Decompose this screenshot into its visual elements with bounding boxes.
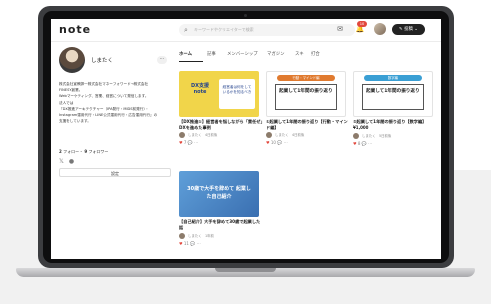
x-icon[interactable]: 𝕏 (59, 158, 69, 165)
bio-line: 支援をしています。 (59, 119, 91, 124)
author-name: しまたく 4日前後 (188, 133, 218, 137)
search-icon: ⌕ (184, 26, 188, 34)
tab-home[interactable]: ホーム (179, 51, 192, 57)
thumbnail-caption: 経営者は何をしているかを知るべき (222, 85, 252, 94)
post-button[interactable]: ✎ 投稿 ⌄ (392, 24, 425, 35)
notification-badge: 10 (357, 21, 367, 27)
profile-tabs: ホーム 記事 メンバーシップ マガジン スキ 打合 (179, 51, 429, 61)
note-logo[interactable]: note (59, 23, 91, 36)
settings-button[interactable]: 設定 (59, 168, 171, 177)
follower-label: フォロワー (88, 149, 109, 154)
author-name: しまたく 4日前後 (275, 133, 305, 137)
like-count: 11 (183, 241, 189, 246)
follow-label: フォロー・ (63, 149, 84, 154)
article-title[interactable]: 【自己紹介】大手を辞めて30歳で起業した話 (179, 219, 263, 231)
heart-icon[interactable]: ♥ (266, 140, 270, 145)
comment-icon[interactable]: 💬 ⋯ (188, 140, 198, 145)
tab-likes[interactable]: スキ (295, 51, 304, 57)
tab-magazine[interactable]: マガジン (267, 51, 285, 57)
search-placeholder: キーワードやクリエイターで検索 (194, 27, 254, 32)
author-name: しまたく 5日前後 (362, 134, 392, 138)
like-count: 8 (357, 141, 361, 146)
laptop-notch (215, 268, 276, 272)
social-links: 𝕏● (59, 158, 79, 165)
article-meta: ♥ 7 💬 ⋯ (179, 140, 198, 145)
thumbnail-caption: 起業して1年間の振り返り (279, 89, 333, 94)
author-avatar (179, 132, 185, 138)
like-count: 10 (270, 140, 276, 145)
user-avatar[interactable] (374, 23, 386, 35)
article-author: しまたく 1年前 (179, 233, 259, 239)
mail-icon[interactable]: ✉ (335, 24, 345, 34)
tab-articles[interactable]: 記事 (207, 51, 216, 57)
article-title[interactable]: 【DX推進①】経営者を悩しながら「責任ぜ」DXを進めた事例 (179, 119, 263, 131)
profile-name: しまたく (91, 58, 114, 64)
site-header: note ⌕ キーワードやクリエイターで検索 ✉ 🔔 10 ✎ 投稿 ⌄ (51, 19, 441, 42)
article-title[interactable]: ①起業して1年間の振り返り【行動・マインド編】 (266, 119, 350, 131)
heart-icon[interactable]: ♥ (179, 140, 183, 145)
article-meta: ♥ 10 💬 ⋯ (266, 140, 288, 145)
active-tab-indicator (179, 61, 203, 62)
article-thumbnail[interactable]: 30歳で大手を辞めて 起業した自己紹介 (179, 171, 259, 217)
thumbnail-line: note (193, 89, 207, 95)
author-name: しまたく 1年前 (188, 234, 214, 238)
follow-stats[interactable]: 2 フォロー・ 9 フォロワー (59, 149, 108, 155)
thumbnail-label: DX支援 note (184, 83, 216, 95)
author-avatar (266, 132, 272, 138)
article-meta: ♥ 11 💬 ⋯ (179, 241, 201, 246)
thumbnail-caption: 起業して1年間の振り返り (366, 89, 420, 94)
author-avatar (353, 133, 359, 139)
article-price: ¥1,000 (353, 125, 369, 130)
tab-meeting[interactable]: 打合 (311, 51, 320, 57)
article-meta: ♥ 8 💬 ⋯ (353, 141, 372, 146)
thumbnail-tag: 行動・マインド編 (277, 75, 335, 81)
comment-icon[interactable]: 💬 ⋯ (362, 141, 372, 146)
heart-icon[interactable]: ♥ (353, 141, 357, 146)
tab-membership[interactable]: メンバーシップ (227, 51, 258, 57)
camera-icon (244, 14, 247, 17)
article-thumbnail[interactable]: DX支援 note 経営者は何をしているかを知るべき (179, 71, 259, 117)
follow-count: 2 (59, 149, 62, 154)
thumbnail-tag: 数字編 (364, 75, 422, 81)
browser-screen: note ⌕ キーワードやクリエイターで検索 ✉ 🔔 10 ✎ 投稿 ⌄ しまた… (51, 19, 441, 259)
comment-icon[interactable]: 💬 ⋯ (277, 140, 287, 145)
article-thumbnail[interactable]: 数字編 起業して1年間の振り返り (353, 71, 433, 117)
more-options-button[interactable]: ⋯ (157, 56, 167, 64)
heart-icon[interactable]: ♥ (179, 241, 183, 246)
like-count: 7 (183, 140, 187, 145)
comment-icon[interactable]: 💬 ⋯ (190, 241, 200, 246)
article-author: しまたく 5日前後 (353, 133, 433, 139)
article-thumbnail[interactable]: 行動・マインド編 起業して1年間の振り返り (266, 71, 346, 117)
profile-bio: 株式会社宣教師一株式会社マネーフォワード→株式会社 FINESY創業。 Webマ… (59, 81, 171, 124)
author-avatar (179, 233, 185, 239)
article-author: しまたく 4日前後 (266, 132, 346, 138)
thumbnail-caption: 30歳で大手を辞めて 起業した自己紹介 (187, 186, 251, 200)
facebook-icon[interactable]: ● (69, 158, 79, 165)
search-input[interactable]: ⌕ キーワードやクリエイターで検索 (179, 24, 355, 36)
article-author: しまたく 4日前後 (179, 132, 259, 138)
profile-avatar (59, 47, 85, 73)
follower-count: 9 (84, 149, 88, 154)
